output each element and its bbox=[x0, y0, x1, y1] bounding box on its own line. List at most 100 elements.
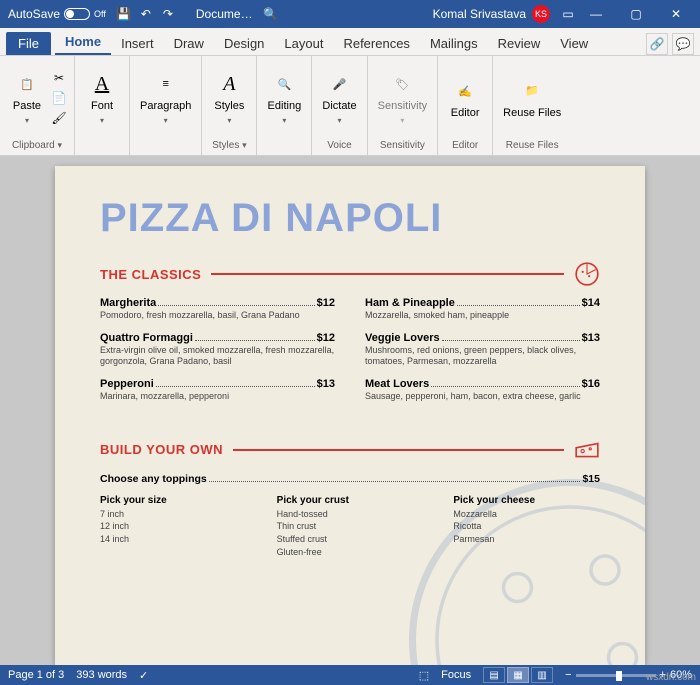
menu-item: Meat Lovers$16Sausage, pepperoni, ham, b… bbox=[365, 378, 600, 403]
format-painter-icon[interactable]: 🖌 bbox=[50, 109, 68, 127]
launcher-icon[interactable]: ▾ bbox=[242, 140, 247, 150]
build-any-label: Choose any toppings bbox=[100, 473, 207, 485]
paragraph-icon: ≡ bbox=[152, 70, 180, 98]
tab-mailings[interactable]: Mailings bbox=[420, 32, 488, 55]
styles-button[interactable]: AStyles bbox=[208, 63, 250, 133]
undo-icon[interactable]: ↶ bbox=[138, 6, 154, 22]
divider bbox=[233, 449, 564, 451]
item-price: $14 bbox=[582, 297, 600, 309]
close-button[interactable]: ✕ bbox=[656, 0, 696, 28]
styles-icon: A bbox=[215, 70, 243, 98]
dots bbox=[431, 378, 579, 387]
tab-design[interactable]: Design bbox=[214, 32, 274, 55]
section-build-header: BUILD YOUR OWN bbox=[100, 437, 600, 463]
avatar: KS bbox=[532, 5, 550, 23]
sensitivity-group-label: Sensitivity bbox=[372, 138, 434, 153]
editor-button[interactable]: ✍Editor bbox=[444, 63, 486, 133]
item-price: $12 bbox=[317, 332, 335, 344]
editor-group-label: Editor bbox=[442, 138, 488, 153]
spellcheck-icon[interactable]: ✓ bbox=[139, 669, 148, 682]
pick-heading: Pick your size bbox=[100, 495, 247, 506]
group-font: AFont bbox=[75, 56, 130, 155]
zoom-slider[interactable] bbox=[576, 674, 656, 677]
editing-button[interactable]: 🔍 Editing bbox=[263, 63, 305, 133]
item-name: Quattro Formaggi bbox=[100, 332, 193, 344]
item-price: $13 bbox=[582, 332, 600, 344]
group-editor: ✍Editor Editor bbox=[438, 56, 493, 155]
chevron-down-icon bbox=[337, 114, 341, 126]
tab-view[interactable]: View bbox=[550, 32, 598, 55]
document-area[interactable]: PIZZA DI NAPOLI THE CLASSICS Margherita$… bbox=[0, 156, 700, 665]
paste-button[interactable]: 📋 Paste bbox=[6, 63, 48, 133]
sensitivity-label: Sensitivity bbox=[378, 100, 428, 112]
user-account[interactable]: Komal Srivastava KS bbox=[433, 5, 550, 23]
page-indicator[interactable]: Page 1 of 3 bbox=[8, 669, 64, 681]
quick-access-toolbar: 💾 ↶ ↷ bbox=[116, 6, 176, 22]
menu-item: Veggie Lovers$13Mushrooms, red onions, g… bbox=[365, 332, 600, 368]
tab-review[interactable]: Review bbox=[488, 32, 551, 55]
dots bbox=[457, 297, 580, 306]
tab-layout[interactable]: Layout bbox=[274, 32, 333, 55]
minimize-button[interactable]: — bbox=[576, 0, 616, 28]
dictate-label: Dictate bbox=[322, 100, 356, 112]
maximize-button[interactable]: ▢ bbox=[616, 0, 656, 28]
item-description: Marinara, mozzarella, pepperoni bbox=[100, 391, 335, 403]
print-layout-button[interactable]: ▦ bbox=[507, 667, 529, 683]
font-button[interactable]: AFont bbox=[81, 63, 123, 133]
paste-icon: 📋 bbox=[13, 70, 41, 98]
dots bbox=[442, 332, 580, 341]
group-editing: 🔍 Editing bbox=[257, 56, 312, 155]
redo-icon[interactable]: ↷ bbox=[160, 6, 176, 22]
item-price: $13 bbox=[317, 378, 335, 390]
editing-icon: 🔍 bbox=[270, 70, 298, 98]
item-description: Sausage, pepperoni, ham, bacon, extra ch… bbox=[365, 391, 600, 403]
styles-group-label: Styles bbox=[212, 140, 239, 151]
comments-icon[interactable]: 💬 bbox=[672, 33, 694, 55]
classics-label: THE CLASSICS bbox=[100, 267, 201, 282]
sensitivity-icon: 🏷 bbox=[388, 70, 416, 98]
status-bar: Page 1 of 3 393 words ✓ ⬚ Focus ▤ ▦ ▥ − … bbox=[0, 665, 700, 685]
save-icon[interactable]: 💾 bbox=[116, 6, 132, 22]
divider bbox=[211, 273, 564, 275]
copy-icon[interactable]: 📄 bbox=[50, 89, 68, 107]
tab-home[interactable]: Home bbox=[55, 30, 111, 55]
editing-label: Editing bbox=[268, 100, 302, 112]
page[interactable]: PIZZA DI NAPOLI THE CLASSICS Margherita$… bbox=[55, 166, 645, 665]
reuse-files-button[interactable]: 📁Reuse Files bbox=[499, 63, 565, 133]
pick-option: 7 inch bbox=[100, 508, 247, 521]
group-paragraph: ≡Paragraph bbox=[130, 56, 202, 155]
search-icon[interactable]: 🔍 bbox=[263, 6, 279, 22]
build-label: BUILD YOUR OWN bbox=[100, 442, 223, 457]
read-mode-button[interactable]: ▤ bbox=[483, 667, 505, 683]
dictate-button[interactable]: 🎤Dictate bbox=[318, 63, 360, 133]
font-label: Font bbox=[91, 100, 113, 112]
autosave-toggle[interactable]: AutoSave Off bbox=[4, 7, 110, 21]
tab-file[interactable]: File bbox=[6, 32, 51, 55]
share-icon[interactable]: 🔗 bbox=[646, 33, 668, 55]
tab-insert[interactable]: Insert bbox=[111, 32, 164, 55]
group-reuse: 📁Reuse Files Reuse Files bbox=[493, 56, 571, 155]
toggle-icon bbox=[64, 8, 90, 20]
item-name: Meat Lovers bbox=[365, 378, 429, 390]
dots bbox=[156, 378, 315, 387]
focus-icon[interactable]: ⬚ bbox=[419, 669, 429, 682]
focus-label[interactable]: Focus bbox=[441, 669, 471, 681]
launcher-icon[interactable]: ▾ bbox=[58, 140, 63, 150]
group-styles: AStyles Styles ▾ bbox=[202, 56, 257, 155]
word-count[interactable]: 393 words bbox=[76, 669, 127, 681]
tab-references[interactable]: References bbox=[333, 32, 419, 55]
classics-columns: Margherita$12Pomodoro, fresh mozzarella,… bbox=[100, 297, 600, 413]
item-description: Extra-virgin olive oil, smoked mozzarell… bbox=[100, 345, 335, 368]
pick-option: 14 inch bbox=[100, 533, 247, 546]
tab-draw[interactable]: Draw bbox=[164, 32, 214, 55]
web-layout-button[interactable]: ▥ bbox=[531, 667, 553, 683]
paragraph-button[interactable]: ≡Paragraph bbox=[136, 63, 195, 133]
document-name[interactable]: Docume… bbox=[196, 7, 253, 21]
section-classics-header: THE CLASSICS bbox=[100, 261, 600, 287]
dots bbox=[195, 332, 315, 341]
sensitivity-button[interactable]: 🏷 Sensitivity bbox=[374, 63, 432, 133]
zoom-out-icon[interactable]: − bbox=[565, 669, 571, 681]
ribbon-options-icon[interactable]: ▭ bbox=[560, 6, 576, 22]
pick-column: Pick your size7 inch12 inch14 inch bbox=[100, 495, 247, 558]
cut-icon[interactable]: ✂ bbox=[50, 69, 68, 87]
